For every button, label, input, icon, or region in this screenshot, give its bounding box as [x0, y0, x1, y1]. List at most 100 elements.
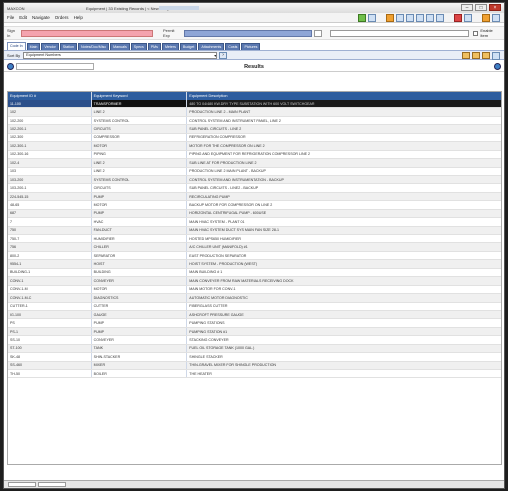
help-icon[interactable] — [492, 14, 500, 22]
last-record-icon[interactable] — [426, 14, 434, 22]
menu-orders[interactable]: Orders — [55, 15, 69, 20]
table-row[interactable]: TH-50 BOILER THE HEATER — [8, 370, 501, 379]
tab-main[interactable]: Main — [26, 43, 41, 50]
cell-equipment-keyword: CIRCUITS — [92, 184, 188, 192]
tab-vendor[interactable]: Vendor — [41, 43, 59, 50]
delete-icon[interactable] — [454, 14, 462, 22]
cell-equipment-keyword: HVAC — [92, 218, 188, 226]
enable-item-checkbox[interactable] — [473, 30, 479, 36]
find-icon[interactable] — [482, 52, 490, 59]
table-row[interactable]: 103 LINE 2 PRODUCTION LINE 2 MAIN PLANT - … — [8, 167, 501, 176]
table-row[interactable]: 102-4 LINE 2 SUB LINE AT FOR PRODUCTION LI… — [8, 159, 501, 168]
column-equipment-description[interactable]: Equipment Description — [187, 92, 501, 100]
print-icon[interactable] — [368, 14, 376, 22]
table-row[interactable]: 102 LINE 2 PRODUCTION LINE 2 - MAIN PLANT — [8, 108, 501, 117]
copy-icon[interactable] — [464, 14, 472, 22]
settings-icon[interactable] — [492, 52, 500, 60]
cell-equipment-id: 48-65 — [8, 201, 92, 209]
menu-navigate[interactable]: Navigate — [32, 15, 50, 20]
menu-edit[interactable]: Edit — [19, 15, 27, 20]
table-row[interactable]: 224-545-15 PUMP RECIRCULATING PUMP — [8, 192, 501, 202]
cell-equipment-keyword: LINE 2 — [92, 159, 188, 167]
table-row[interactable]: CONV-1-M-C DIAGNOSTICS AUTOMATIC MOTOR DIA… — [8, 294, 501, 303]
table-row[interactable]: CONV-1 CONVEYER MAIN CONVEYER FROM RAW MAT… — [8, 277, 501, 286]
table-row[interactable]: 9554-1 HOIST HOIST SYSTEM - PRODUCTION (WE… — [8, 260, 501, 269]
table-row[interactable]: 750-7 HUMIDIFIER HOSTED MPS650 HUMIDIFIER — [8, 235, 501, 244]
tab-budget[interactable]: Budget — [179, 43, 198, 50]
table-row[interactable]: IG-100 GAUGE ASHCROFT PRESSURE GAUGE — [8, 310, 501, 320]
table-row[interactable]: 103-200 SYSTEMS CONTROL CONTROL SYSTEM AND… — [8, 175, 501, 185]
tab-pms[interactable]: PMs — [147, 43, 161, 50]
first-record-icon[interactable] — [396, 14, 404, 22]
tab-code-in[interactable]: Code In — [7, 42, 26, 50]
filter-icon[interactable] — [462, 52, 470, 59]
sort-by-select[interactable]: Equipment Numbers ▾ — [23, 51, 218, 59]
table-row[interactable]: 756 CHILLER A/C CHILLER UNIT (MANIFOLD) #1 — [8, 243, 501, 252]
table-row[interactable]: 800-2 SEPARATOR EAST PRODUCTION SEPARATOR — [8, 251, 501, 261]
new-record-icon[interactable] — [386, 14, 394, 22]
menu-file[interactable]: File — [7, 15, 14, 20]
cell-equipment-description: PRODUCTION LINE 2 - MAIN PLANT — [189, 110, 251, 115]
table-row[interactable]: CUTTER-1 CUTTER FIBERGLASS CUTTER — [8, 302, 501, 311]
table-row[interactable]: 102-300 COMPRESSOR REFRIGERATION COMPRESSO… — [8, 133, 501, 143]
table-row[interactable]: ST-100 TANK FUEL OIL STORAGE TANK (1000 GA… — [8, 344, 501, 354]
cell-equipment-keyword: MOTOR — [92, 285, 188, 294]
refresh-icon[interactable] — [436, 14, 444, 22]
permit-field[interactable] — [183, 29, 312, 37]
menu-help[interactable]: Help — [74, 15, 83, 20]
entry-text-field[interactable] — [329, 29, 470, 37]
application-window: MAXCON Equipment | 33 Existing Records |… — [3, 2, 505, 489]
cell-equipment-description: A/C CHILLER UNIT (MANIFOLD) #1 — [189, 245, 248, 250]
table-row[interactable]: 103-200-1 CIRCUITS SUB PANEL CIRCUITS - LI… — [8, 184, 501, 193]
permit-dropdown[interactable] — [313, 29, 322, 37]
cell-equipment-keyword: BUILDING — [92, 268, 188, 277]
close-button[interactable]: × — [489, 4, 501, 11]
cell-equipment-keyword: CONVEYER — [92, 277, 188, 285]
maximize-button[interactable]: □ — [475, 4, 487, 11]
table-row[interactable]: SK-48 SHIN-STACKER SHINGLE STACKER — [8, 353, 501, 362]
table-row[interactable]: SS-460 MIXER THIN-GRAVEL MIXER FOR SHINGLE… — [8, 361, 501, 370]
cell-equipment-id: ST-100 — [8, 344, 92, 353]
table-row[interactable]: SS-10 CONVEYER STACKING CONVEYER — [8, 336, 501, 345]
cell-equipment-description: AUTOMATIC MOTOR DIAGNOSTIC — [189, 295, 248, 300]
tab-station[interactable]: Station — [59, 43, 77, 50]
table-row[interactable]: 750 FAN-DUCT MAIN HVAC SYSTEM DUCT SYS MAI… — [8, 226, 501, 235]
table-row[interactable]: 48-65 MOTOR BACKUP MOTOR FOR COMPRESSOR ON… — [8, 201, 501, 210]
table-row[interactable]: 102-300-1 MOTOR MOTOR FOR THE COMPRESSOR O… — [8, 142, 501, 151]
tab-manuals[interactable]: Manuals — [110, 43, 130, 50]
tab-attachments[interactable]: Attachments — [198, 43, 225, 50]
cell-equipment-description: HOSTED MPS650 HUMIDIFIER — [189, 236, 242, 241]
table-row[interactable]: PS-1 PUMP PUMPING STATION #1 — [8, 327, 501, 337]
tab-notes[interactable]: Notes/Doc/Misc — [77, 43, 110, 50]
tab-costs[interactable]: Costs — [225, 43, 241, 50]
next-record-icon[interactable] — [416, 14, 424, 22]
table-row[interactable]: 102-200 SYSTEMS CONTROL CONTROL SYSTEM AND… — [8, 116, 501, 126]
tab-meters[interactable]: Meters — [161, 43, 179, 50]
sign-in-field[interactable] — [21, 29, 153, 37]
column-equipment-keyword[interactable]: Equipment Keyword — [92, 92, 188, 100]
table-row[interactable]: 102-300-16 PIPING PIPING AND EQUIPMENT FOR… — [8, 150, 501, 160]
refresh-results-icon[interactable] — [494, 63, 501, 70]
cell-equipment-keyword: PUMP — [92, 209, 188, 218]
previous-record-icon[interactable] — [406, 14, 414, 22]
minimize-button[interactable]: – — [461, 4, 473, 11]
tab-specs[interactable]: Specs — [130, 43, 147, 50]
cell-equipment-description: SUB PANEL CIRCUITS - LINE2 - BACKUP — [189, 186, 259, 191]
bookmark-icon[interactable] — [472, 52, 480, 59]
column-equipment-id[interactable]: Equipment ID # — [8, 92, 92, 100]
cell-equipment-id: 687 — [8, 209, 92, 218]
search-go-button[interactable]: › — [219, 51, 228, 59]
table-row[interactable]: 102-200-1 CIRCUITS SUB PANEL CIRCUITS - LI… — [8, 125, 501, 134]
table-row[interactable]: 11-100 TRANSFORMER 480 TO 04/480 KW.DRY TY… — [8, 100, 501, 109]
cell-equipment-description: ASHCROFT PRESSURE GAUGE — [189, 312, 244, 317]
table-row[interactable]: CONV-1-M MOTOR MAIN MOTOR FOR CONV-1 — [8, 285, 501, 295]
table-row[interactable]: 687 PUMP HORIZONTAL CENTRIFUGAL PUMP - 600… — [8, 209, 501, 219]
table-row[interactable]: PS PUMP PUMPING STATIONS — [8, 319, 501, 328]
save-icon[interactable] — [358, 14, 366, 22]
table-row[interactable]: BUILDING-1 BUILDING MAIN BUILDING # 1 — [8, 268, 501, 278]
table-row[interactable]: 7 HVAC MAIN HVAC SYSTEM - PLANT 01 — [8, 218, 501, 227]
tab-pictures[interactable]: Pictures — [241, 43, 261, 50]
report-icon[interactable] — [482, 14, 490, 22]
cell-equipment-description: FUEL OIL STORAGE TANK (1000 GAL.) — [189, 346, 255, 351]
table-header: Equipment ID # Equipment Keyword Equipme… — [8, 92, 501, 100]
